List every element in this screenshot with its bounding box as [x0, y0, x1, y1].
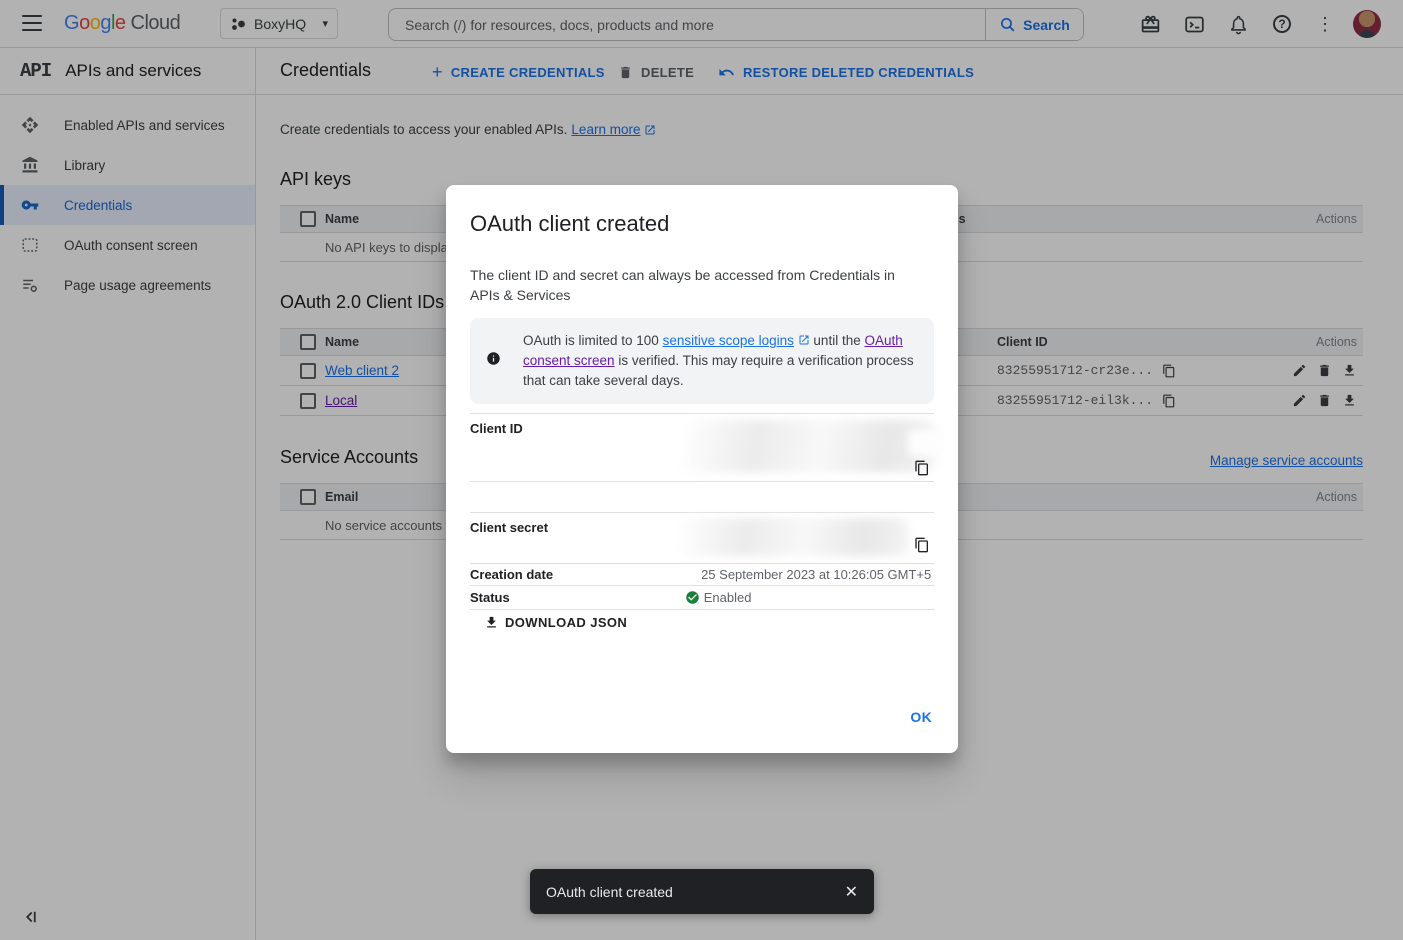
google-cloud-console: Google Cloud BoxyHQ ▾ Search ?	[0, 0, 1403, 940]
creation-date-row: Creation date 25 September 2023 at 10:26…	[470, 563, 934, 585]
status-row: Status Enabled	[470, 585, 934, 609]
download-json-button[interactable]: DOWNLOAD JSON	[484, 615, 627, 630]
spacer-row	[470, 481, 934, 512]
creation-date-label: Creation date	[470, 567, 553, 582]
ok-button[interactable]: OK	[910, 709, 932, 725]
status-label: Status	[470, 590, 510, 605]
client-secret-label: Client secret	[470, 520, 548, 535]
info-icon	[486, 351, 501, 366]
close-icon[interactable]: ✕	[845, 882, 858, 902]
client-id-row: Client ID	[470, 413, 934, 481]
oauth-limit-notice: OAuth is limited to 100 sensitive scope …	[470, 318, 934, 404]
sensitive-scope-logins-link[interactable]: sensitive scope logins	[663, 333, 794, 348]
status-value: Enabled	[704, 590, 752, 605]
notice-text: OAuth is limited to 100 sensitive scope …	[523, 331, 915, 391]
toast-message: OAuth client created	[546, 884, 673, 900]
dialog-title: OAuth client created	[470, 211, 669, 237]
client-id-redacted-value	[682, 420, 934, 472]
oauth-client-created-dialog: OAuth client created The client ID and s…	[446, 185, 958, 753]
download-icon	[484, 615, 499, 630]
dialog-subtitle: The client ID and secret can always be a…	[470, 265, 920, 305]
client-secret-row: Client secret	[470, 512, 934, 563]
dialog-fields: Client ID Client secret Creation date 25…	[470, 413, 934, 610]
copy-icon[interactable]	[914, 537, 930, 553]
client-id-label: Client ID	[470, 421, 523, 436]
copy-icon[interactable]	[914, 460, 930, 476]
check-circle-icon	[685, 590, 700, 605]
creation-date-value: 25 September 2023 at 10:26:05 GMT+5	[701, 567, 931, 582]
external-link-icon	[798, 334, 810, 346]
client-secret-redacted-value	[678, 518, 908, 556]
toast-notification: OAuth client created ✕	[530, 869, 874, 914]
client-id-redacted-value	[908, 430, 942, 456]
